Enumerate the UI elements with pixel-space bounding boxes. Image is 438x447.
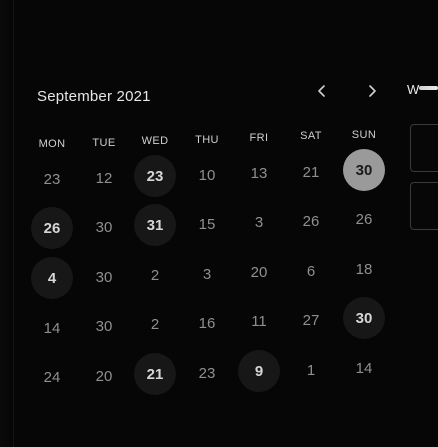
day-cell[interactable]: 30 bbox=[83, 256, 125, 298]
weekday-label-tue: TUE bbox=[92, 137, 116, 149]
side-input-box-1[interactable] bbox=[410, 124, 438, 172]
chevron-right-icon bbox=[369, 85, 376, 97]
side-input-box-2[interactable] bbox=[410, 182, 438, 230]
day-cell[interactable]: 12 bbox=[83, 157, 125, 199]
day-cell[interactable]: 14 bbox=[31, 307, 73, 349]
side-panel-label: W bbox=[407, 82, 420, 97]
day-cell[interactable]: 20 bbox=[83, 355, 125, 397]
selected-day-cell[interactable]: 30 bbox=[343, 149, 385, 191]
day-cell[interactable]: 23 bbox=[186, 352, 228, 394]
day-cell[interactable]: 30 bbox=[83, 305, 125, 347]
weekday-label-mon: MON bbox=[38, 138, 66, 150]
day-cell[interactable]: 6 bbox=[290, 250, 332, 292]
weekday-label-fri: FRI bbox=[249, 132, 269, 144]
left-panel-edge bbox=[0, 0, 14, 447]
day-cell[interactable]: 20 bbox=[238, 251, 280, 293]
chevron-left-icon bbox=[318, 85, 325, 97]
day-cell[interactable]: 30 bbox=[83, 206, 125, 248]
day-cell[interactable]: 2 bbox=[134, 254, 176, 296]
day-cell[interactable]: 9 bbox=[238, 350, 280, 392]
day-cell[interactable]: 24 bbox=[31, 356, 73, 398]
day-cell[interactable]: 2 bbox=[134, 303, 176, 345]
day-cell[interactable]: 1 bbox=[290, 349, 332, 391]
day-cell[interactable]: 10 bbox=[186, 154, 228, 196]
next-month-button[interactable] bbox=[359, 78, 385, 104]
day-cell[interactable]: 18 bbox=[343, 248, 385, 290]
day-cell[interactable]: 27 bbox=[290, 299, 332, 341]
day-cell[interactable]: 16 bbox=[186, 302, 228, 344]
previous-month-button[interactable] bbox=[309, 78, 335, 104]
day-cell[interactable]: 23 bbox=[134, 155, 176, 197]
day-cell[interactable]: 30 bbox=[343, 297, 385, 339]
day-cell[interactable]: 26 bbox=[31, 207, 73, 249]
day-cell[interactable]: 23 bbox=[31, 158, 73, 200]
day-cell[interactable]: 4 bbox=[31, 257, 73, 299]
weekday-label-thu: THU bbox=[195, 134, 219, 146]
day-cell[interactable]: 26 bbox=[290, 200, 332, 242]
side-panel-bar bbox=[419, 86, 438, 90]
day-cell[interactable]: 14 bbox=[343, 347, 385, 389]
weekday-label-wed: WED bbox=[141, 135, 169, 147]
day-cell[interactable]: 21 bbox=[134, 353, 176, 395]
day-cell[interactable]: 15 bbox=[186, 203, 228, 245]
day-cell[interactable]: 13 bbox=[238, 152, 280, 194]
day-cell[interactable]: 26 bbox=[343, 198, 385, 240]
day-cell[interactable]: 3 bbox=[186, 253, 228, 295]
day-cell[interactable]: 11 bbox=[238, 300, 280, 342]
day-cell[interactable]: 31 bbox=[134, 204, 176, 246]
month-title: September 2021 bbox=[37, 88, 151, 105]
weekday-label-sun: SUN bbox=[351, 129, 377, 141]
day-cell[interactable]: 3 bbox=[238, 201, 280, 243]
weekday-label-sat: SAT bbox=[300, 130, 322, 142]
day-cell[interactable]: 21 bbox=[290, 151, 332, 193]
